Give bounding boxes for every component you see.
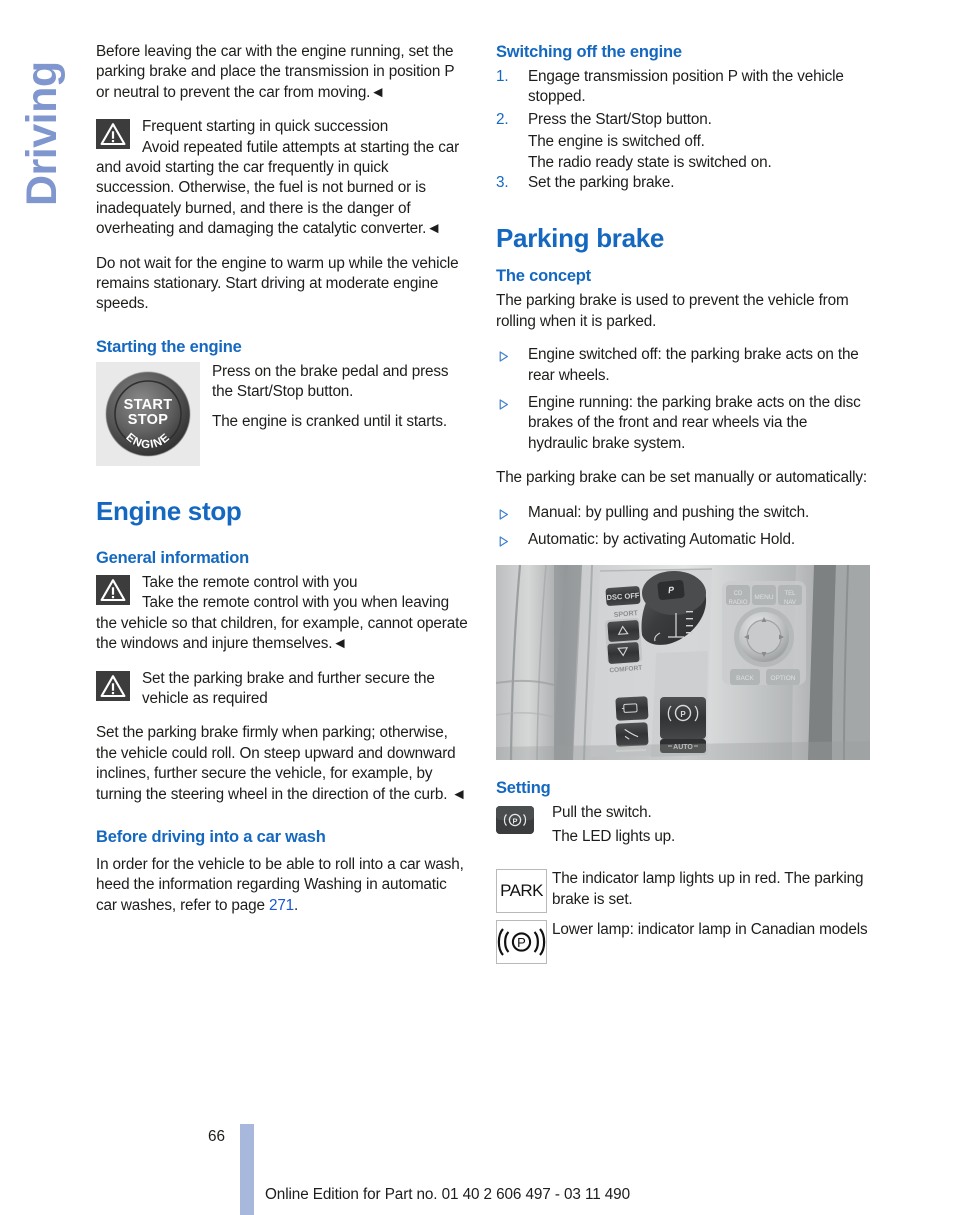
setting-line-1: Pull the switch. [552,803,652,821]
warning-triangle-icon [96,574,130,605]
switching-off-steps: 1. Engage transmission position P with t… [496,67,870,193]
svg-text:OPTION: OPTION [771,675,796,682]
svg-text:STOP: STOP [128,412,168,428]
list-item: Engine running: the parking brake acts o… [496,393,870,454]
car-wash-paragraph: In order for the vehicle to be able to r… [96,855,470,916]
heading-switching-off-the-engine: Switching off the engine [496,43,682,61]
intro-paragraph: Before leaving the car with the engine r… [96,43,455,101]
warning-title: Take the remote control with you [142,573,358,591]
start-text-1: Press on the brake pedal and press the S… [212,362,449,401]
setting-row-canadian-lamp: P Lower lamp: indicator lamp in Canadian… [496,920,870,965]
parking-brake-switch-icon: P [496,805,534,834]
heading-parking-brake: Parking brake [496,223,665,254]
bullet-text: Automatic: by activating Automatic Hold. [528,531,795,549]
warning-title: Set the parking brake and further secure… [142,669,435,707]
setting-row-text: Pull the switch. The LED lights up. [496,803,870,848]
concept-bullet-list: Engine switched off: the parking brake a… [496,345,870,454]
footer-text: Online Edition for Part no. 01 40 2 606 … [265,1186,631,1203]
svg-text:BACK: BACK [736,675,754,682]
bullet-text: Manual: by pulling and pushing the switc… [528,503,810,521]
list-item: 3. Set the parking brake. [496,173,870,193]
step-sub-text: The engine is switched off. [528,133,705,151]
setting-line-1: Lower lamp: indicator lamp in Canadian m… [552,921,868,939]
park-indicator-lamp-icon: PARK [496,869,547,914]
heading-general-information: General information [96,548,249,567]
right-column: Switching off the engine 1. Engage trans… [496,42,870,965]
setting-row-park-lamp: PARK The indicator lamp lights up in red… [496,869,870,914]
setting-row-text: Lower lamp: indicator lamp in Canadian m… [496,920,870,940]
step-2-sub-items: The engine is switched off. The radio re… [496,132,870,173]
svg-text:CD: CD [734,591,743,597]
setting-row-pull-switch: P Pull the switch. The LED lights up. [496,803,870,848]
warm-up-paragraph: Do not wait for the engine to warm up wh… [96,254,459,313]
bullet-text: Engine running: the parking brake acts o… [528,394,861,452]
heading-engine-stop: Engine stop [96,495,242,526]
svg-text:RADIO: RADIO [728,600,747,606]
concept-paragraph: The parking brake is used to prevent the… [496,292,849,330]
list-item: 1. Engage transmission position P with t… [496,67,870,108]
page-number: 66 [208,1128,226,1145]
manual-page: Driving Before leaving the car with the … [0,0,954,1215]
svg-text:NAV: NAV [784,600,796,606]
step-text: Set the parking brake. [528,174,675,192]
footer-accent-bar [240,1124,254,1215]
warning-triangle-icon [96,670,130,701]
park-icon-label: PARK [500,881,543,901]
heading-setting: Setting [496,778,551,797]
step-number: 1. [496,68,509,85]
start-stop-engine-button-icon: START STOP ENGINE [96,361,200,466]
bullet-text: Engine switched off: the parking brake a… [528,346,859,384]
heading-the-concept: The concept [496,267,591,286]
canadian-parking-brake-lamp-icon: P [496,920,547,965]
set-brake-paragraph: Set the parking brake firmly when parkin… [96,724,467,803]
warning-body: Avoid repeated futile attempts at starti… [96,138,460,238]
list-item: Manual: by pulling and pushing the switc… [496,503,870,523]
list-item: Automatic: by activating Automatic Hold. [496,530,870,550]
list-item: 2. Press the Start/Stop button. [496,110,870,130]
chapter-side-tab: Driving [18,61,66,206]
svg-text:START: START [124,397,173,413]
setting-row-text: The indicator lamp lights up in red. The… [496,869,870,910]
warning-body: Take the remote control with you when le… [96,594,468,653]
manual-auto-bullet-list: Manual: by pulling and pushing the switc… [496,503,870,551]
step-text: Engage transmission position P with the … [528,68,844,106]
manual-auto-paragraph: The parking brake can be set manually or… [496,469,867,487]
step-text: Press the Start/Stop button. [528,110,712,128]
svg-text:P: P [517,935,526,950]
heading-before-car-wash: Before driving into a car wash [96,827,326,846]
warning-block-frequent-starting: Frequent starting in quick succession Av… [96,117,470,239]
car-wash-text-after: . [294,896,299,914]
svg-text:TEL: TEL [784,591,796,597]
step-number: 2. [496,110,509,128]
left-column: Before leaving the car with the engine r… [96,42,470,930]
warning-block-set-parking-brake: Set the parking brake and further secure… [96,669,470,710]
step-sub-text: The radio ready state is switched on. [528,153,772,171]
svg-text:P: P [680,710,686,719]
svg-text:MENU: MENU [754,594,773,601]
heading-starting-the-engine: Starting the engine [96,337,242,356]
setting-line-2: The LED lights up. [552,827,676,845]
warning-block-remote-control: Take the remote control with you Take th… [96,573,470,655]
start-text-2: The engine is cranked until it starts. [212,412,447,430]
list-item: Engine switched off: the parking brake a… [496,345,870,386]
warning-title: Frequent starting in quick succession [142,118,389,136]
center-console-photo: DSC OFF SPORT COMFORT P P AUTO CD RADIO … [496,564,870,760]
start-stop-figure-row: START STOP ENGINE Press on the brake ped… [96,361,470,466]
svg-text:P: P [512,816,517,825]
setting-line-1: The indicator lamp lights up in red. The… [552,870,864,908]
page-reference-link[interactable]: 271 [269,897,294,914]
step-number: 3. [496,174,509,192]
warning-triangle-icon [96,119,130,150]
